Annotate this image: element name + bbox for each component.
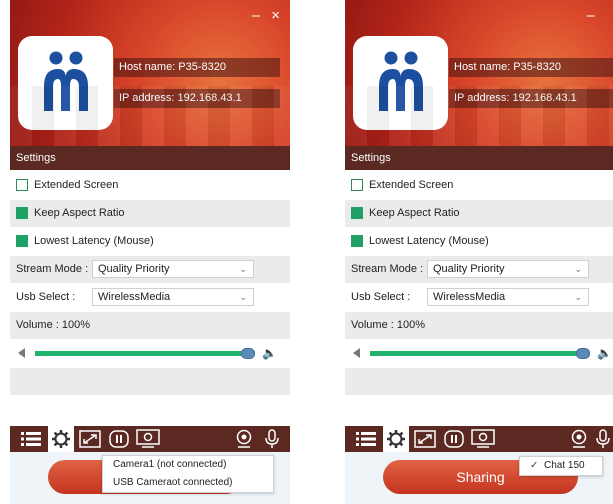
volume-row: Volume : 100% [10,312,290,339]
lowest-latency-row[interactable]: Lowest Latency (Mouse) [10,228,290,255]
pause-icon[interactable] [106,426,132,452]
stream-mode-row: Stream Mode : Quality Priority ⌄ [345,256,613,283]
usb-select-label: Usb Select : [351,291,411,303]
chevron-down-icon: ⌄ [239,292,247,302]
usb-select[interactable]: WirelessMedia ⌄ [92,288,254,306]
stream-mode-select[interactable]: Quality Priority ⌄ [427,260,589,278]
popup-item-label: Chat 150 [544,460,585,471]
volume-down-icon[interactable] [18,348,25,358]
volume-thumb[interactable] [241,348,255,359]
list-icon[interactable] [16,426,46,452]
usb-select-row: Usb Select : WirelessMedia ⌄ [345,284,613,311]
ip-address: IP address: 192.168.43.1 [114,89,280,108]
volume-down-icon[interactable] [353,348,360,358]
extended-screen-label: Extended Screen [369,179,454,191]
chat-popup-menu: ✓ Chat 150 [519,456,603,476]
extended-screen-row[interactable]: Extended Screen [345,172,613,199]
microphone-icon[interactable] [260,426,284,452]
speaker-icon[interactable]: 🔈 [597,346,612,360]
volume-slider[interactable] [370,348,590,359]
volume-slider-row: 🔈 [10,340,290,367]
stream-mode-value: Quality Priority [98,263,170,275]
keep-aspect-checkbox[interactable] [16,207,28,220]
pause-icon[interactable] [441,426,467,452]
stream-mode-value: Quality Priority [433,263,505,275]
volume-fill [370,351,582,356]
popup-item-chat[interactable]: ✓ Chat 150 [520,457,602,475]
webcam-icon[interactable] [232,426,256,452]
popup-item-camera1[interactable]: Camera1 (not connected) [103,456,273,474]
host-name: Host name: P35-8320 [449,58,613,77]
volume-label: Volume : 100% [16,319,90,331]
header: – Host name: P35-8320 IP address: 192.16… [345,0,613,146]
stream-mode-row: Stream Mode : Quality Priority ⌄ [10,256,290,283]
settings-bar: Settings [10,146,290,170]
camera-screen-icon[interactable] [469,426,497,452]
usb-select-label: Usb Select : [16,291,76,303]
empty-row [345,368,613,395]
usb-select[interactable]: WirelessMedia ⌄ [427,288,589,306]
volume-slider-row: 🔈 [345,340,613,367]
keep-aspect-label: Keep Aspect Ratio [369,207,460,219]
chevron-down-icon: ⌄ [574,292,582,302]
extended-screen-label: Extended Screen [34,179,119,191]
list-icon[interactable] [351,426,381,452]
keep-aspect-label: Keep Aspect Ratio [34,207,125,219]
microphone-icon[interactable] [593,426,613,452]
stream-mode-select[interactable]: Quality Priority ⌄ [92,260,254,278]
keep-aspect-row[interactable]: Keep Aspect Ratio [10,200,290,227]
lowest-latency-label: Lowest Latency (Mouse) [34,235,154,247]
empty-row [10,368,290,395]
webcam-icon[interactable] [567,426,591,452]
minimize-button[interactable]: – [252,8,260,23]
ip-address: IP address: 192.168.43.1 [449,89,613,108]
app-logo [18,36,113,130]
camera-screen-icon[interactable] [134,426,162,452]
toolbar [10,426,290,452]
usb-select-value: WirelessMedia [98,291,171,303]
minimize-button[interactable]: – [587,8,595,23]
lowest-latency-label: Lowest Latency (Mouse) [369,235,489,247]
stream-mode-label: Stream Mode : [16,263,89,275]
fullscreen-icon[interactable] [411,426,439,452]
gear-icon[interactable] [48,426,74,452]
header: – × Host name: P35-8320 IP address: 192.… [10,0,290,146]
volume-fill [35,351,247,356]
lowest-latency-checkbox[interactable] [351,235,363,248]
volume-slider[interactable] [35,348,255,359]
check-icon: ✓ [530,460,539,471]
volume-row: Volume : 100% [345,312,613,339]
host-name: Host name: P35-8320 [114,58,280,77]
camera-popup-menu: Camera1 (not connected) USB Cameraot con… [102,455,274,493]
lowest-latency-row[interactable]: Lowest Latency (Mouse) [345,228,613,255]
volume-thumb[interactable] [576,348,590,359]
gear-icon[interactable] [383,426,409,452]
stream-mode-label: Stream Mode : [351,263,424,275]
app-window-left: – × Host name: P35-8320 IP address: 192.… [10,0,290,504]
usb-select-row: Usb Select : WirelessMedia ⌄ [10,284,290,311]
app-window-right: – Host name: P35-8320 IP address: 192.16… [345,0,613,504]
keep-aspect-checkbox[interactable] [351,207,363,220]
app-logo [353,36,448,130]
extended-screen-checkbox[interactable] [16,179,28,192]
chevron-down-icon: ⌄ [574,264,582,274]
popup-item-usb-camera[interactable]: USB Cameraot connected) [103,474,273,492]
lowest-latency-checkbox[interactable] [16,235,28,248]
extended-screen-checkbox[interactable] [351,179,363,192]
volume-label: Volume : 100% [351,319,425,331]
usb-select-value: WirelessMedia [433,291,506,303]
speaker-icon[interactable]: 🔈 [262,346,277,360]
close-button[interactable]: × [271,8,280,23]
chevron-down-icon: ⌄ [239,264,247,274]
fullscreen-icon[interactable] [76,426,104,452]
settings-bar: Settings [345,146,613,170]
extended-screen-row[interactable]: Extended Screen [10,172,290,199]
keep-aspect-row[interactable]: Keep Aspect Ratio [345,200,613,227]
toolbar [345,426,613,452]
